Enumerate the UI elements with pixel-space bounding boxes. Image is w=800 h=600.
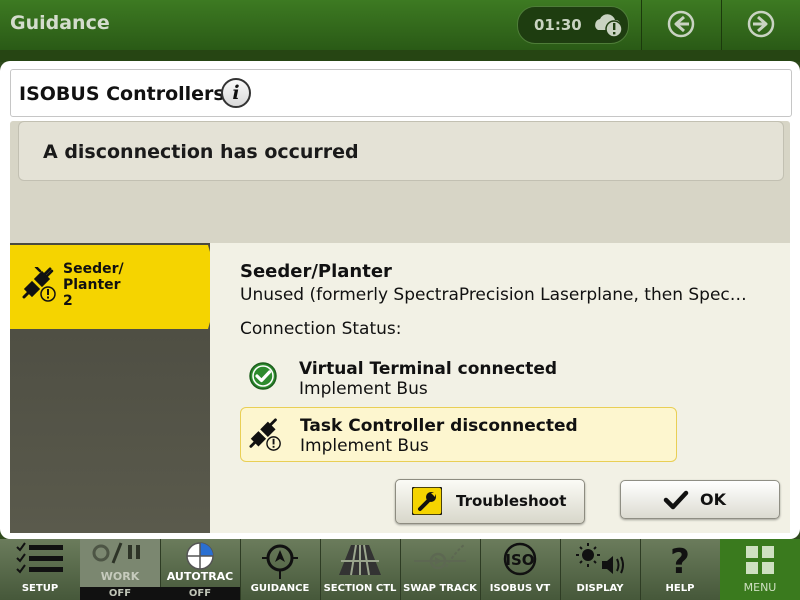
shortcut-guidance[interactable]: GUIDANCE <box>240 539 321 600</box>
dialog-body: A disconnection has occurred Seeder/ Pla… <box>10 121 790 533</box>
shortcut-label: HELP <box>665 583 695 594</box>
device-tab-seeder-planter[interactable]: Seeder/ Planter 2 <box>10 245 210 329</box>
shortcut-label: DISPLAY <box>576 583 624 594</box>
shortcut-label: ISOBUS VT <box>489 583 551 594</box>
shortcut-label: SECTION CTL <box>323 583 397 594</box>
shortcut-section-ctl[interactable]: SECTION CTL <box>320 539 401 600</box>
arrow-right-icon <box>747 10 775 38</box>
menu-grid-icon <box>746 546 774 574</box>
shortcut-label: GUIDANCE <box>250 583 310 594</box>
cloud-alert-icon <box>595 14 623 38</box>
autotrac-icon <box>186 542 214 570</box>
clock-time: 01:30 <box>534 16 582 34</box>
troubleshoot-button[interactable]: Troubleshoot <box>395 479 585 524</box>
connection-status-label: Connection Status: <box>240 319 402 339</box>
top-bar: Guidance 01:30 <box>0 0 800 50</box>
setup-checklist-icon <box>16 542 63 574</box>
disconnected-plug-icon <box>22 267 56 302</box>
info-icon[interactable]: i <box>221 78 251 108</box>
work-record-icon <box>92 542 140 564</box>
shortcut-isobus-vt[interactable]: ISO ISOBUS VT <box>480 539 561 600</box>
troubleshoot-label: Troubleshoot <box>456 492 567 510</box>
shortcut-label: WORK <box>100 570 140 583</box>
screen-title: Guidance <box>10 12 110 34</box>
svg-text:?: ? <box>670 542 690 579</box>
dialog-header: ISOBUS Controllers i <box>10 69 792 117</box>
alert-message: A disconnection has occurred <box>43 141 359 163</box>
wrench-icon <box>412 487 442 515</box>
shortcut-label: SETUP <box>21 583 59 594</box>
shortcut-help[interactable]: ? HELP <box>640 539 721 600</box>
bottom-shortcut-bar: SETUP WORK OFF AUTOTRAC OFF GUIDANCE SEC… <box>0 539 800 600</box>
status-name: Task Controller disconnected <box>300 416 578 436</box>
work-status-off: OFF <box>80 587 160 600</box>
autotrac-status-off: OFF <box>160 587 240 600</box>
status-name: Virtual Terminal connected <box>299 359 558 379</box>
device-tab-label: Seeder/ Planter 2 <box>63 261 124 309</box>
section-control-icon <box>339 544 381 576</box>
iso-icon: ISO <box>503 542 537 576</box>
status-bus: Implement Bus <box>299 379 428 399</box>
shortcut-menu[interactable]: MENU <box>720 539 800 600</box>
disconnected-plug-icon <box>249 418 281 451</box>
disconnection-alert-banner: A disconnection has occurred <box>18 121 784 181</box>
device-title: Seeder/Planter <box>240 261 392 282</box>
clock-status-pill[interactable]: 01:30 <box>517 6 629 44</box>
guidance-icon <box>262 544 298 579</box>
shortcut-display[interactable]: DISPLAY <box>560 539 641 600</box>
ok-button[interactable]: OK <box>620 480 780 519</box>
ok-label: OK <box>700 490 726 509</box>
swap-track-icon <box>414 544 466 570</box>
check-circle-icon <box>249 362 277 390</box>
device-description: Unused (formerly SpectraPrecision Laserp… <box>240 285 747 305</box>
forward-button[interactable] <box>721 0 800 50</box>
virtual-terminal-status: Virtual Terminal connected Implement Bus <box>240 351 675 403</box>
shortcut-setup[interactable]: SETUP <box>0 539 81 600</box>
shortcut-label: MENU <box>743 581 777 594</box>
task-controller-status: Task Controller disconnected Implement B… <box>240 407 677 462</box>
shortcut-label: AUTOTRAC <box>166 570 234 583</box>
shortcut-work[interactable]: WORK OFF <box>80 539 161 600</box>
dialog-title: ISOBUS Controllers <box>19 83 225 105</box>
status-bus: Implement Bus <box>300 436 429 456</box>
help-question-icon: ? <box>670 542 690 579</box>
shortcut-autotrac[interactable]: AUTOTRAC OFF <box>160 539 241 600</box>
checkmark-icon <box>663 490 689 510</box>
shortcut-label: SWAP TRACK <box>403 583 477 594</box>
shortcut-swap-track[interactable]: SWAP TRACK <box>400 539 481 600</box>
back-button[interactable] <box>641 0 720 50</box>
arrow-left-icon <box>667 10 695 38</box>
isobus-controllers-dialog: ISOBUS Controllers i A disconnection has… <box>0 61 800 539</box>
svg-text:ISO: ISO <box>505 551 534 569</box>
display-brightness-volume-icon <box>576 543 624 574</box>
